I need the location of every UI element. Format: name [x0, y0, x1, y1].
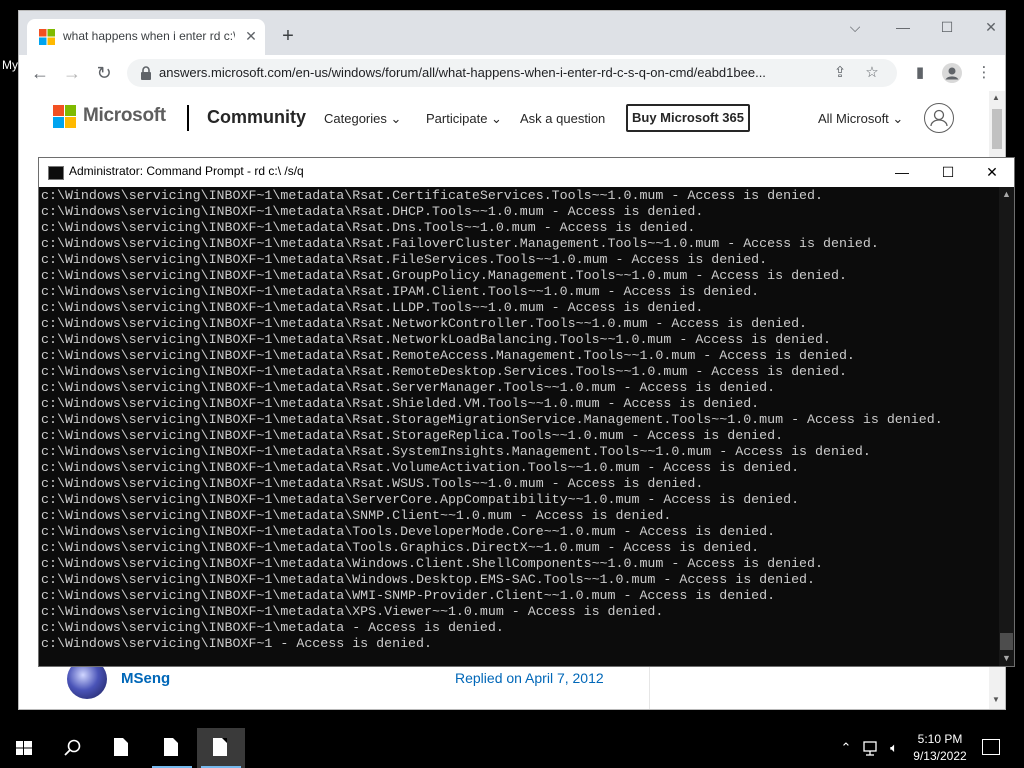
header-divider — [187, 105, 189, 131]
new-tab-icon[interactable]: + — [276, 25, 300, 49]
cmd-output-line: c:\Windows\servicing\INBOXF~1\metadata\X… — [41, 604, 664, 619]
cmd-window-title: Administrator: Command Prompt - rd c:\ /… — [69, 164, 304, 178]
cmd-scroll-thumb[interactable] — [1000, 633, 1013, 650]
cmd-scroll-down-icon[interactable]: ▼ — [999, 651, 1014, 665]
cmd-output-line: c:\Windows\servicing\INBOXF~1\metadata\R… — [41, 380, 776, 395]
chevron-down-icon: ⌄ — [491, 111, 502, 126]
cmd-output-line: c:\Windows\servicing\INBOXF~1\metadata\R… — [41, 412, 943, 427]
url-text: answers.microsoft.com/en-us/windows/foru… — [159, 65, 766, 80]
cmd-output-line: c:\Windows\servicing\INBOXF~1\metadata\W… — [41, 588, 776, 603]
tab-title: what happens when i enter rd c:\ — [63, 29, 235, 43]
cmd-output-line: c:\Windows\servicing\INBOXF~1\metadata\R… — [41, 220, 696, 235]
cmd-output-line: c:\Windows\servicing\INBOXF~1\metadata\T… — [41, 524, 776, 539]
cmd-output-line: c:\Windows\servicing\INBOXF~1\metadata\R… — [41, 396, 760, 411]
buy-microsoft-365-button[interactable]: Buy Microsoft 365 — [626, 104, 750, 132]
document-icon[interactable] — [148, 728, 196, 768]
chevron-up-icon[interactable]: ⌃ — [836, 728, 856, 768]
cmd-scroll-up-icon[interactable]: ▲ — [999, 187, 1014, 201]
cmd-scrollbar[interactable]: ▲ ▼ — [999, 187, 1014, 666]
cmd-output-line: c:\Windows\servicing\INBOXF~1\metadata\R… — [41, 236, 879, 251]
taskbar: ⌃ 🔈︎ 5:10 PM 9/13/2022 — [0, 728, 1024, 768]
all-microsoft-label: All Microsoft — [818, 111, 889, 126]
menu-icon[interactable]: ⋮ — [971, 60, 997, 86]
scroll-up-arrow-icon[interactable]: ▲ — [992, 93, 1000, 102]
nav-ask-question[interactable]: Ask a question — [520, 111, 605, 126]
bookmark-star-icon[interactable]: ☆ — [859, 60, 885, 86]
account-avatar-icon[interactable] — [924, 103, 954, 133]
cmd-output-line: c:\Windows\servicing\INBOXF~1\metadata -… — [41, 620, 504, 635]
cmd-close-icon[interactable]: ✕ — [969, 158, 1015, 187]
cmd-maximize-icon[interactable]: ☐ — [925, 158, 971, 187]
profile-icon[interactable] — [939, 60, 965, 86]
tab-search-chevron-icon[interactable]: ⌵ — [833, 16, 877, 38]
minimize-icon[interactable]: — — [881, 16, 925, 38]
cmd-output-line: c:\Windows\servicing\INBOXF~1\metadata\R… — [41, 188, 823, 203]
cmd-output[interactable]: c:\Windows\servicing\INBOXF~1\metadata\R… — [41, 187, 999, 666]
cmd-output-line: c:\Windows\servicing\INBOXF~1\metadata\R… — [41, 268, 847, 283]
reply-date[interactable]: Replied on April 7, 2012 — [455, 670, 604, 686]
volume-icon[interactable]: 🔈︎ — [884, 728, 904, 768]
cmd-output-line: c:\Windows\servicing\INBOXF~1\metadata\S… — [41, 508, 672, 523]
command-prompt-window: Administrator: Command Prompt - rd c:\ /… — [38, 157, 1015, 667]
reload-icon[interactable]: ↻ — [91, 60, 117, 86]
share-icon[interactable]: ⇪ — [827, 60, 853, 86]
cmd-titlebar[interactable]: Administrator: Command Prompt - rd c:\ /… — [39, 158, 1014, 187]
nav-participate-label: Participate — [426, 111, 488, 126]
microsoft-wordmark[interactable]: Microsoft — [83, 105, 166, 127]
cmd-output-line: c:\Windows\servicing\INBOXF~1\metadata\R… — [41, 476, 704, 491]
cmd-output-line: c:\Windows\servicing\INBOXF~1\metadata\R… — [41, 204, 704, 219]
chevron-down-icon: ⌄ — [390, 111, 402, 126]
cmd-output-line: c:\Windows\servicing\INBOXF~1\metadata\S… — [41, 492, 800, 507]
cmd-output-line: c:\Windows\servicing\INBOXF~1\metadata\R… — [41, 284, 760, 299]
cmd-minimize-icon[interactable]: — — [879, 158, 925, 187]
cmd-output-line: c:\Windows\servicing\INBOXF~1\metadata\R… — [41, 428, 784, 443]
nav-participate[interactable]: Participate ⌄ — [426, 111, 502, 127]
cmd-output-line: c:\Windows\servicing\INBOXF~1\metadata\R… — [41, 332, 831, 347]
cmd-output-line: c:\Windows\servicing\INBOXF~1\metadata\W… — [41, 556, 823, 571]
clock-date[interactable]: 9/13/2022 — [908, 749, 972, 763]
lock-icon[interactable] — [139, 66, 153, 80]
nav-categories[interactable]: Categories ⌄ — [324, 111, 401, 127]
cmd-output-line: c:\Windows\servicing\INBOXF~1\metadata\R… — [41, 252, 768, 267]
close-icon[interactable]: ✕ — [969, 16, 1013, 38]
cmd-output-line: c:\Windows\servicing\INBOXF~1 - Access i… — [41, 636, 432, 651]
cmd-output-line: c:\Windows\servicing\INBOXF~1\metadata\T… — [41, 540, 760, 555]
microsoft-logo-icon[interactable] — [53, 105, 77, 129]
document-icon[interactable] — [98, 728, 146, 768]
chevron-down-icon: ⌄ — [892, 111, 904, 126]
document-icon[interactable] — [197, 728, 245, 768]
cmd-output-line: c:\Windows\servicing\INBOXF~1\metadata\R… — [41, 364, 847, 379]
tab-close-icon[interactable]: ✕ — [241, 26, 261, 46]
cmd-output-line: c:\Windows\servicing\INBOXF~1\metadata\W… — [41, 572, 816, 587]
community-title[interactable]: Community — [207, 107, 306, 128]
cmd-output-line: c:\Windows\servicing\INBOXF~1\metadata\R… — [41, 300, 704, 315]
nav-categories-label: Categories — [324, 111, 387, 126]
scroll-down-arrow-icon[interactable]: ▼ — [992, 695, 1000, 704]
maximize-icon[interactable]: ☐ — [925, 16, 969, 38]
start-icon[interactable] — [0, 728, 48, 768]
network-icon[interactable] — [860, 728, 882, 768]
cmd-output-line: c:\Windows\servicing\INBOXF~1\metadata\R… — [41, 444, 871, 459]
cmd-output-line: c:\Windows\servicing\INBOXF~1\metadata\R… — [41, 460, 800, 475]
all-microsoft-menu[interactable]: All Microsoft ⌄ — [818, 111, 903, 127]
reply-author-name[interactable]: MSeng — [121, 670, 170, 687]
notification-icon[interactable] — [982, 739, 1000, 755]
cmd-output-line: c:\Windows\servicing\INBOXF~1\metadata\R… — [41, 348, 855, 363]
cmd-app-icon[interactable] — [48, 166, 64, 180]
search-icon[interactable] — [48, 728, 96, 768]
clock-time[interactable]: 5:10 PM — [912, 732, 968, 746]
forward-icon[interactable]: → — [59, 60, 85, 86]
desktop-icon-label: My — [2, 58, 18, 72]
back-icon[interactable]: ← — [27, 60, 53, 86]
scroll-thumb[interactable] — [992, 109, 1002, 149]
address-bar[interactable]: answers.microsoft.com/en-us/windows/foru… — [127, 59, 897, 87]
browser-toolbar: ← → ↻ answers.microsoft.com/en-us/window… — [19, 55, 1005, 91]
microsoft-favicon-icon — [39, 29, 55, 45]
sidebar-icon[interactable]: ▮ — [907, 60, 933, 86]
browser-tab[interactable]: what happens when i enter rd c:\ ✕ — [27, 19, 265, 55]
cmd-output-line: c:\Windows\servicing\INBOXF~1\metadata\R… — [41, 316, 808, 331]
